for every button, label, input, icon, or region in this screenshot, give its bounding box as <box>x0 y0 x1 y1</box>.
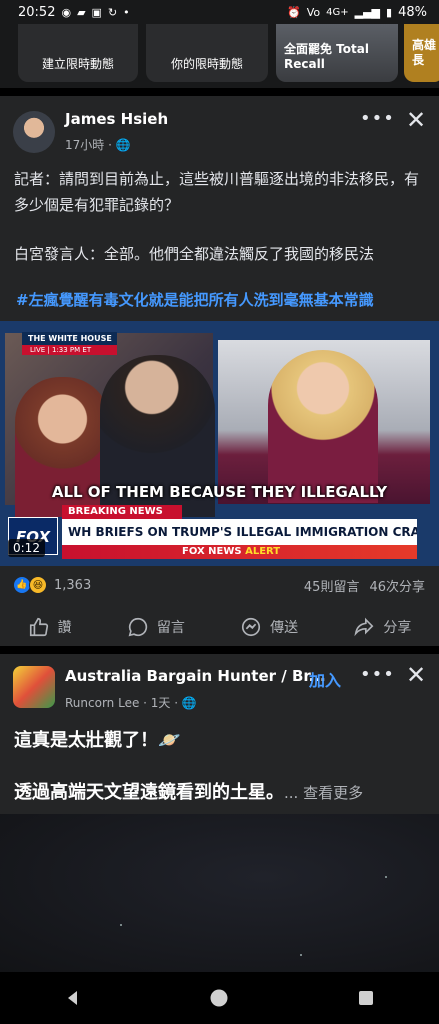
fox-news-alert: FOX NEWS ALERT <box>62 545 417 559</box>
chat-icon: ▰ <box>77 5 86 19</box>
close-icon[interactable]: ✕ <box>406 663 426 687</box>
close-icon[interactable]: ✕ <box>406 108 426 132</box>
post-action-bar: 讚 留言 傳送 分享 <box>0 610 439 644</box>
comment-icon <box>128 617 147 637</box>
home-icon[interactable] <box>209 988 229 1008</box>
system-nav-bar <box>0 972 439 1024</box>
hashtag-link[interactable]: #左瘋覺醒有毒文化就是能把所有人洗到毫無基本常識 <box>16 289 374 310</box>
group-name[interactable]: Australia Bargain Hunter / Br... <box>65 667 326 685</box>
globe-icon: 🌐 <box>115 138 131 152</box>
live-tag: LIVE | 1:33 PM ET <box>22 345 117 355</box>
video-caption: ALL OF THEM BECAUSE THEY ILLEGALLY <box>51 483 388 501</box>
send-button[interactable]: 傳送 <box>240 616 298 638</box>
messenger-icon: ◉ <box>61 5 72 19</box>
video-player[interactable]: THE WHITE HOUSE LIVE | 1:33 PM ET ALL OF… <box>0 321 439 566</box>
engagement-counts: 45則留言 46次分享 <box>304 576 425 595</box>
press-secretary-figure <box>268 350 378 503</box>
feed-divider <box>0 88 439 96</box>
stories-strip: 建立限時動態 你的限時動態 全面罷免 Total Recall 高雄長 <box>0 24 439 88</box>
signal-icon: ▂▄▆ <box>354 5 381 19</box>
clock: 20:52 <box>18 4 56 20</box>
join-button[interactable]: 加入 <box>309 667 341 691</box>
post-paragraph: 記者：請問到目前為止，這些被川普驅逐出境的非法移民，有多少個是有犯罪記錄的？ <box>14 170 420 214</box>
thumbs-up-icon <box>29 617 48 637</box>
story-yours[interactable]: 你的限時動態 <box>146 24 268 82</box>
avatar[interactable] <box>13 111 55 153</box>
more-options-icon[interactable]: ••• <box>360 664 395 685</box>
haha-reaction-icon: 😆 <box>29 576 47 594</box>
recents-icon[interactable] <box>357 989 375 1007</box>
news-headline: WH BRIEFS ON TRUMP'S ILLEGAL IMMIGRATION… <box>62 519 417 545</box>
post-author[interactable]: Runcorn Lee <box>65 696 139 710</box>
network-label: 4G+ <box>326 6 349 18</box>
post-author[interactable]: James Hsieh <box>65 110 168 128</box>
reaction-summary[interactable]: 👍 😆 1,363 <box>14 576 91 594</box>
video-frame-left <box>5 333 215 517</box>
post-paragraph: 白宮發言人：全部。他們全都違法觸反了我國的移民法 <box>14 245 375 263</box>
comment-button[interactable]: 留言 <box>127 616 185 638</box>
story-create[interactable]: 建立限時動態 <box>18 24 138 82</box>
comment-count[interactable]: 45則留言 <box>304 576 360 595</box>
post-meta: Runcorn Lee · 1天 · 🌐 <box>65 696 197 710</box>
share-icon <box>354 617 374 637</box>
post-time: 17小時 · 🌐 <box>65 138 131 152</box>
dot-icon: • <box>123 5 130 19</box>
alarm-icon: ⏰ <box>287 5 301 19</box>
battery-level: 48% <box>398 4 427 20</box>
messenger-icon <box>242 617 261 637</box>
post-text-line: 這真是太壯觀了！🪐 <box>14 730 181 751</box>
story-total-recall[interactable]: 全面罷免 Total Recall <box>276 24 398 82</box>
sync-icon: ↻ <box>107 5 118 19</box>
back-icon[interactable] <box>64 989 82 1007</box>
story-kaohsiung[interactable]: 高雄長 <box>404 24 439 82</box>
share-button[interactable]: 分享 <box>353 616 411 638</box>
volte-icon: Vo <box>306 5 321 19</box>
post-image[interactable] <box>0 814 439 972</box>
video-frame-right <box>218 340 430 504</box>
post-text-line: 透過高端天文望遠鏡看到的土星。... 查看更多 <box>14 782 364 803</box>
whitehouse-tag: THE WHITE HOUSE <box>22 332 117 345</box>
more-options-icon[interactable]: ••• <box>360 108 395 129</box>
breaking-news-tag: BREAKING NEWS <box>62 505 182 519</box>
like-button[interactable]: 讚 <box>28 616 72 638</box>
battery-icon: ▮ <box>386 5 393 19</box>
like-reaction-icon: 👍 <box>14 577 30 593</box>
share-count[interactable]: 46次分享 <box>369 576 425 595</box>
see-more-link[interactable]: ... 查看更多 <box>284 784 363 802</box>
feed-divider <box>0 646 439 654</box>
group-avatar[interactable] <box>13 666 55 708</box>
status-bar: 20:52 ◉ ▰ ▣ ↻ • ⏰ Vo 4G+ ▂▄▆ ▮ 48% <box>0 0 439 24</box>
video-duration: 0:12 <box>8 539 45 557</box>
reaction-count: 1,363 <box>54 577 92 593</box>
calendar-icon: ▣ <box>91 5 102 19</box>
globe-icon: 🌐 <box>181 696 197 710</box>
